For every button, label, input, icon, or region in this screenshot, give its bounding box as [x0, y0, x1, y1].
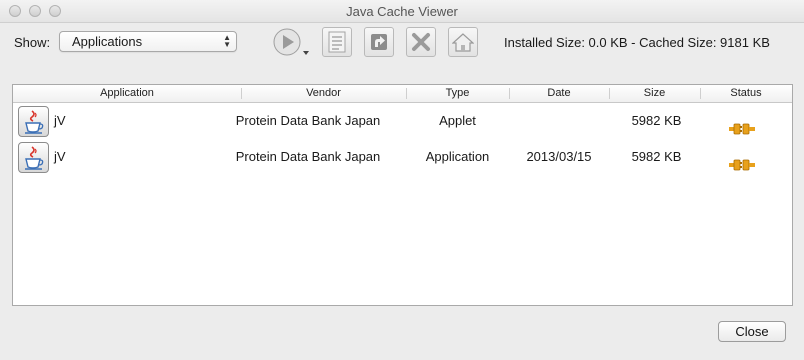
size-info: Installed Size: 0.0 KB - Cached Size: 91… — [504, 35, 770, 50]
vendor-name: Protein Data Bank Japan — [235, 113, 381, 128]
show-label: Show: — [14, 35, 51, 50]
app-size: 5982 KB — [631, 113, 682, 128]
delete-button[interactable] — [406, 27, 436, 57]
plug-icon — [728, 114, 758, 135]
show-jnlp-button[interactable] — [322, 27, 352, 57]
launch-arrow-icon — [369, 32, 389, 52]
home-icon — [452, 32, 474, 52]
app-type: Application — [425, 149, 490, 164]
column-header-vendor[interactable]: Vendor — [241, 85, 406, 102]
run-button[interactable] — [272, 27, 312, 57]
homepage-button[interactable] — [448, 27, 478, 57]
java-cup-icon — [18, 142, 49, 173]
app-date: 2013/03/15 — [526, 149, 592, 164]
application-name: jV — [54, 149, 66, 164]
updown-arrows-icon: ▲ ▼ — [223, 33, 231, 49]
java-cache-viewer-window: Java Cache Viewer Show: Applications ▲▼ — [0, 0, 804, 360]
table-header: Application Vendor Type Date Size Status — [13, 85, 792, 103]
delete-x-icon — [411, 32, 431, 52]
table-row[interactable]: jV Protein Data Bank Japan Applet 5982 K… — [13, 103, 792, 139]
install-shortcuts-button[interactable] — [364, 27, 394, 57]
column-header-type[interactable]: Type — [406, 85, 509, 102]
column-header-date[interactable]: Date — [509, 85, 609, 102]
show-select-value: Applications — [72, 34, 143, 49]
window-title: Java Cache Viewer — [346, 4, 458, 19]
table-row[interactable]: jV Protein Data Bank Japan Application 2… — [13, 139, 792, 175]
play-icon — [272, 27, 312, 57]
cache-table: Application Vendor Type Date Size Status — [12, 84, 793, 306]
column-header-status[interactable]: Status — [700, 85, 792, 102]
document-list-icon — [327, 31, 347, 53]
app-date — [509, 103, 609, 139]
column-header-application[interactable]: Application — [13, 85, 241, 102]
show-select[interactable]: Applications ▲ ▼ — [59, 31, 237, 52]
vendor-name: Protein Data Bank Japan — [235, 149, 381, 164]
app-type: Applet — [439, 113, 476, 128]
app-size: 5982 KB — [631, 149, 682, 164]
title-bar: Java Cache Viewer — [0, 0, 804, 23]
plug-icon — [728, 150, 758, 171]
application-name: jV — [54, 113, 66, 128]
java-cup-icon — [18, 106, 49, 137]
column-header-size[interactable]: Size — [609, 85, 700, 102]
close-button[interactable]: Close — [718, 321, 786, 342]
